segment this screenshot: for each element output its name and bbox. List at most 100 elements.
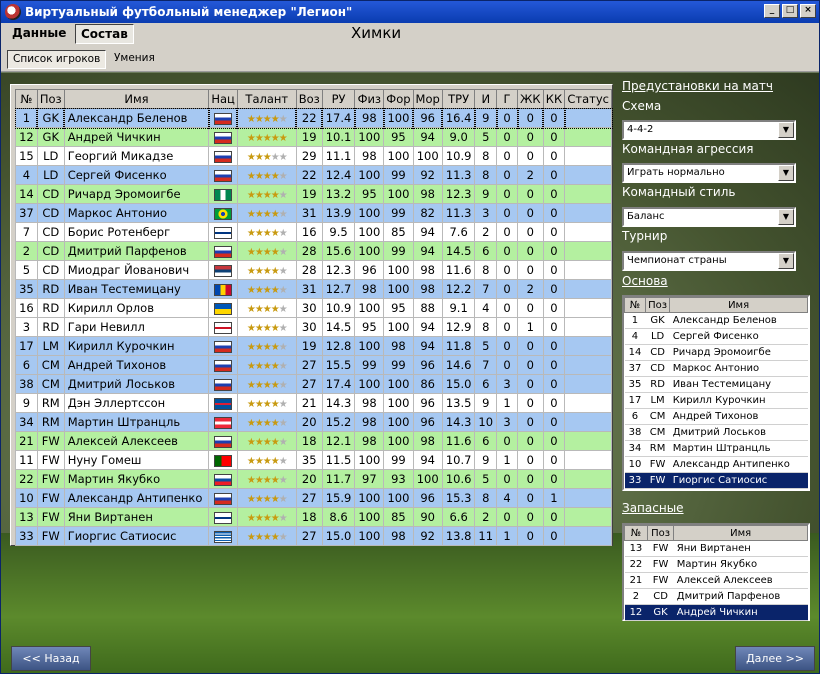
chevron-down-icon[interactable]: ▼ xyxy=(778,253,794,269)
column-header[interactable]: Талант xyxy=(236,89,297,109)
stat-fiz: 98 xyxy=(354,412,385,432)
table-row[interactable]: 22 FW Мартин Якубко ★★★★★ 20 11.7 97 93 100 10.6 5… xyxy=(15,469,612,489)
list-item[interactable]: 22 FW Мартин Якубко xyxy=(624,556,808,573)
column-header[interactable]: Имя xyxy=(63,89,210,109)
chevron-down-icon[interactable]: ▼ xyxy=(778,122,794,138)
column-header[interactable]: Фор xyxy=(383,89,414,109)
table-row[interactable]: 7 CD Борис Ротенберг ★★★★★ 16 9.5 100 85 94 7.6 2 0… xyxy=(15,222,612,242)
match-presets-link[interactable]: Предустановки на матч xyxy=(622,79,773,93)
list-item[interactable]: 38 CM Дмитрий Лоськов xyxy=(624,424,808,441)
chevron-down-icon[interactable]: ▼ xyxy=(778,165,794,181)
list-item[interactable]: 14 CD Ричард Эромоигбе xyxy=(624,344,808,361)
star-rating-icon: ★★★★★ xyxy=(246,285,288,296)
starting-lineup-link[interactable]: Основа xyxy=(622,274,668,288)
column-header[interactable]: Статус xyxy=(564,89,612,109)
table-row[interactable]: 15 LD Георгий Микадзе ★★★★★ 29 11.1 98 100 100 10… xyxy=(15,146,612,166)
style-select[interactable]: Баланс ▼ xyxy=(622,207,796,227)
column-header[interactable]: Г xyxy=(496,89,518,109)
substitutes-link[interactable]: Запасные xyxy=(622,501,684,515)
substitutes-list[interactable]: № Поз Имя 13 FW Яни Виртанен 22 FW Мартин Якубко… xyxy=(622,523,810,621)
next-button[interactable]: Далее >> xyxy=(735,646,815,671)
table-row[interactable]: 33 FW Гиоргис Сатиосис ★★★★★ 27 15.0 100 98 92 13… xyxy=(15,526,612,546)
table-row[interactable]: 34 RM Мартин Штранцль ★★★★★ 20 15.2 98 100 96 14.… xyxy=(15,412,612,432)
list-item[interactable]: 21 FW Алексей Алексеев xyxy=(624,572,808,589)
column-header[interactable]: Поз xyxy=(36,89,65,109)
table-row[interactable]: 38 CM Дмитрий Лоськов ★★★★★ 27 17.4 100 100 86 15… xyxy=(15,374,612,394)
table-row[interactable]: 21 FW Алексей Алексеев ★★★★★ 18 12.1 98 100 98 11… xyxy=(15,431,612,451)
column-header[interactable]: РУ xyxy=(321,89,356,109)
table-row[interactable]: 9 RM Дэн Эллертссон ★★★★★ 21 14.3 98 100 96 13.5 9… xyxy=(15,393,612,413)
column-header[interactable]: Физ xyxy=(354,89,385,109)
stat-fiz: 95 xyxy=(354,184,385,204)
tab-roster[interactable]: Состав xyxy=(75,24,134,44)
aggression-select[interactable]: Играть нормально ▼ xyxy=(622,163,796,183)
table-row[interactable]: 37 CD Маркос Антонио ★★★★★ 31 13.9 100 99 82 11.3… xyxy=(15,203,612,223)
tournament-select[interactable]: Чемпионат страны ▼ xyxy=(622,251,796,271)
list-number: 10 xyxy=(624,456,646,473)
table-row[interactable]: 17 LM Кирилл Курочкин ★★★★★ 19 12.8 100 98 94 11.… xyxy=(15,336,612,356)
title-bar[interactable]: Виртуальный футбольный менеджер "Легион"… xyxy=(1,1,819,23)
nationality-cell xyxy=(208,336,238,356)
close-button[interactable]: × xyxy=(800,4,816,18)
list-item[interactable]: 34 RM Мартин Штранцль xyxy=(624,440,808,457)
list-item[interactable]: 2 CD Дмитрий Парфенов xyxy=(624,588,808,605)
table-row[interactable]: 3 RD Гари Невилл ★★★★★ 30 14.5 95 100 94 12.9 8 0 1 0 xyxy=(15,317,612,337)
column-header[interactable]: И xyxy=(474,89,498,109)
column-header[interactable]: Воз xyxy=(295,89,323,109)
list-item[interactable]: 35 RD Иван Тестемицану xyxy=(624,376,808,393)
table-row[interactable]: 2 CD Дмитрий Парфенов ★★★★★ 28 15.6 100 99 94 14.… xyxy=(15,241,612,261)
table-row[interactable]: 5 CD Миодраг Йованович ★★★★★ 28 12.3 96 100 98 11… xyxy=(15,260,612,280)
column-header[interactable]: ЖК xyxy=(517,89,544,109)
column-header[interactable]: ТРУ xyxy=(441,89,476,109)
list-item[interactable]: 12 GK Андрей Чичкин xyxy=(624,604,808,621)
table-row[interactable]: 13 FW Яни Виртанен ★★★★★ 18 8.6 100 85 90 6.6 2 0 0 0 xyxy=(15,507,612,527)
table-row[interactable]: 4 LD Сергей Фисенко ★★★★★ 22 12.4 100 99 92 11.3 8… xyxy=(15,165,612,185)
list-item[interactable]: 37 CD Маркос Антонио xyxy=(624,360,808,377)
list-item[interactable]: 10 FW Александр Антипенко xyxy=(624,456,808,473)
list-item[interactable]: 6 CM Андрей Тихонов xyxy=(624,408,808,425)
stat-fiz: 100 xyxy=(354,488,385,508)
column-header[interactable]: № xyxy=(624,525,648,541)
stat-mor: 100 xyxy=(412,146,443,166)
table-row[interactable]: 11 FW Нуну Гомеш ★★★★★ 35 11.5 100 99 94 10.7 9 1 0 0 xyxy=(15,450,612,470)
stat-status xyxy=(564,317,612,337)
stat-yk: 0 xyxy=(517,469,544,489)
chevron-down-icon[interactable]: ▼ xyxy=(778,209,794,225)
back-button[interactable]: << Назад xyxy=(11,646,91,671)
list-item[interactable]: 13 FW Яни Виртанен xyxy=(624,540,808,557)
column-header[interactable]: КК xyxy=(542,89,566,109)
table-row[interactable]: 14 CD Ричард Эромоигбе ★★★★★ 19 13.2 95 100 98 12… xyxy=(15,184,612,204)
scheme-select[interactable]: 4-4-2 ▼ xyxy=(622,120,796,140)
column-header[interactable]: № xyxy=(15,89,38,109)
column-header[interactable]: № xyxy=(624,297,646,313)
table-row[interactable]: 35 RD Иван Тестемицану ★★★★★ 31 12.7 98 100 98 12… xyxy=(15,279,612,299)
list-item[interactable]: 4 LD Сергей Фисенко xyxy=(624,328,808,345)
table-row[interactable]: 16 RD Кирилл Орлов ★★★★★ 30 10.9 100 95 88 9.1 4 0 0… xyxy=(15,298,612,318)
subtab-player-list[interactable]: Список игроков xyxy=(7,50,107,69)
starting-lineup-list[interactable]: № Поз Имя 1 GK Александр Беленов 4 LD Сергей Фис… xyxy=(622,295,810,491)
star-rating-icon: ★★★★★ xyxy=(246,152,288,163)
list-item[interactable]: 17 LM Кирилл Курочкин xyxy=(624,392,808,409)
stat-fiz: 100 xyxy=(354,507,385,527)
table-row[interactable]: 1 GK Александр Беленов ★★★★★ 22 17.4 98 100 96 16… xyxy=(14,107,613,129)
tab-data[interactable]: Данные xyxy=(7,24,71,44)
list-item[interactable]: 1 GK Александр Беленов xyxy=(624,312,808,329)
column-header[interactable]: Поз xyxy=(646,525,675,541)
minimize-button[interactable]: _ xyxy=(764,4,780,18)
subtab-skills[interactable]: Умения xyxy=(109,50,160,69)
table-row[interactable]: 10 FW Александр Антипенко ★★★★★ 27 15.9 100 100… xyxy=(15,488,612,508)
list-item[interactable]: 33 FW Гиоргис Сатиосис xyxy=(624,472,808,489)
column-header[interactable]: Нац xyxy=(208,89,238,109)
stat-ru: 10.1 xyxy=(321,127,356,147)
column-header[interactable]: Имя xyxy=(669,297,808,313)
column-header[interactable]: Поз xyxy=(644,297,671,313)
table-row[interactable]: 6 CM Андрей Тихонов ★★★★★ 27 15.5 99 99 96 14.6 7 0… xyxy=(15,355,612,375)
stat-ru: 14.5 xyxy=(321,317,356,337)
column-header[interactable]: Мор xyxy=(412,89,443,109)
player-name: Яни Виртанен xyxy=(63,507,210,527)
nationality-cell xyxy=(208,203,238,223)
maximize-button[interactable]: □ xyxy=(782,4,798,18)
table-row[interactable]: 12 GK Андрей Чичкин ★★★★★ 19 10.1 100 95 94 9.0 5 0… xyxy=(15,127,612,147)
stat-for: 100 xyxy=(383,317,414,337)
column-header[interactable]: Имя xyxy=(673,525,808,541)
